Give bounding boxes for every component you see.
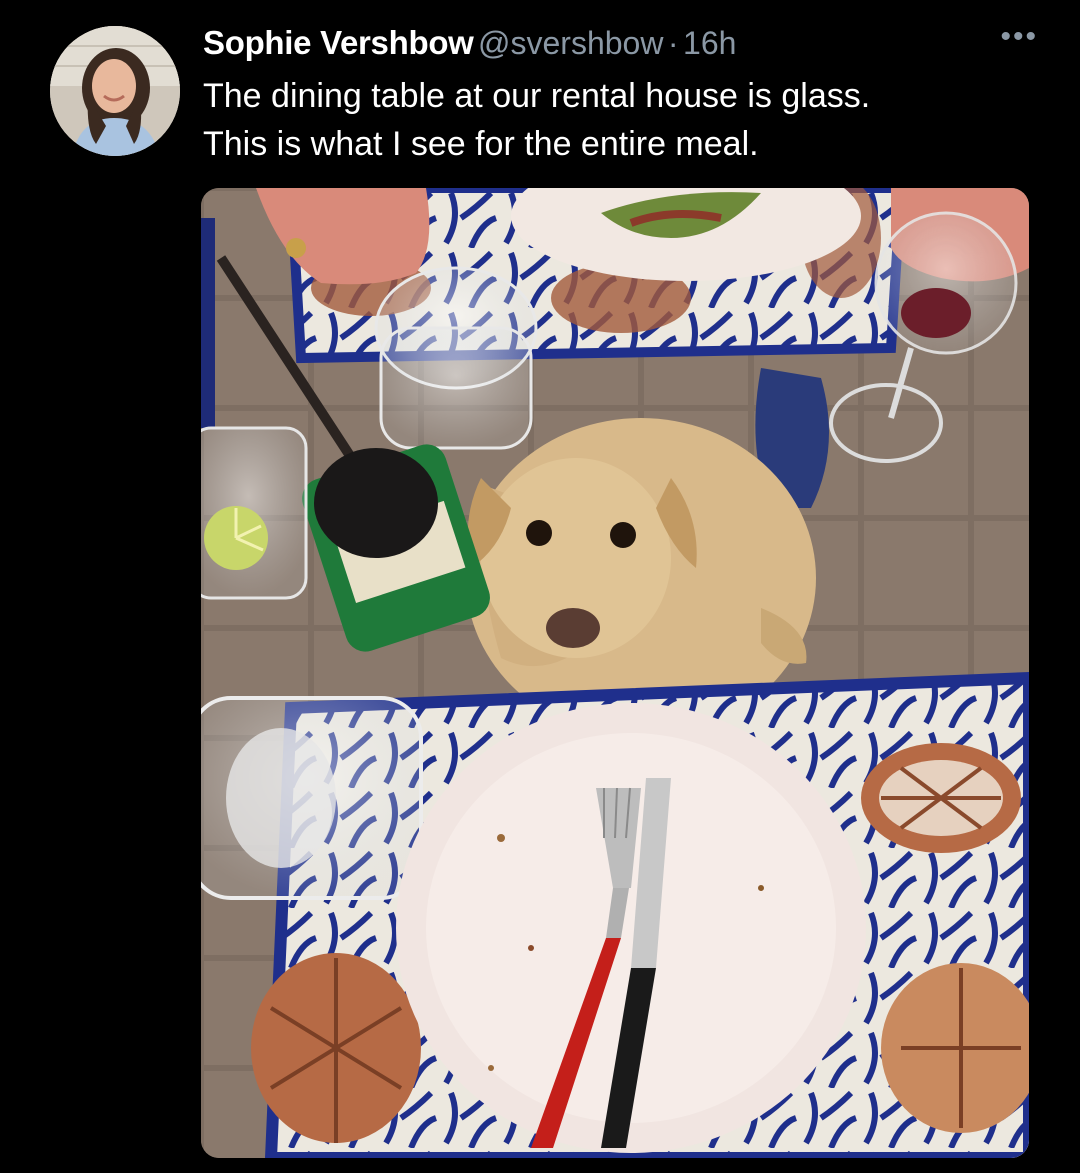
avatar[interactable] [50, 26, 180, 156]
separator-dot: · [667, 25, 679, 61]
timestamp[interactable]: 16h [683, 25, 736, 61]
tweet-media-photo[interactable] [201, 188, 1029, 1158]
tweet-text: The dining table at our rental house is … [203, 72, 1043, 168]
tweet-text-line-1: The dining table at our rental house is … [203, 77, 871, 115]
tweet-text-line-2: This is what I see for the entire meal. [203, 125, 759, 163]
display-name[interactable]: Sophie Vershbow [203, 24, 474, 61]
photo-illustration [201, 188, 1029, 1158]
more-horizontal-icon[interactable]: ••• [978, 20, 1038, 60]
tweet-header: Sophie Vershbow @svershbow · 16h ••• [203, 20, 1040, 68]
user-handle[interactable]: @svershbow [478, 25, 663, 61]
avatar-photo [50, 26, 180, 156]
